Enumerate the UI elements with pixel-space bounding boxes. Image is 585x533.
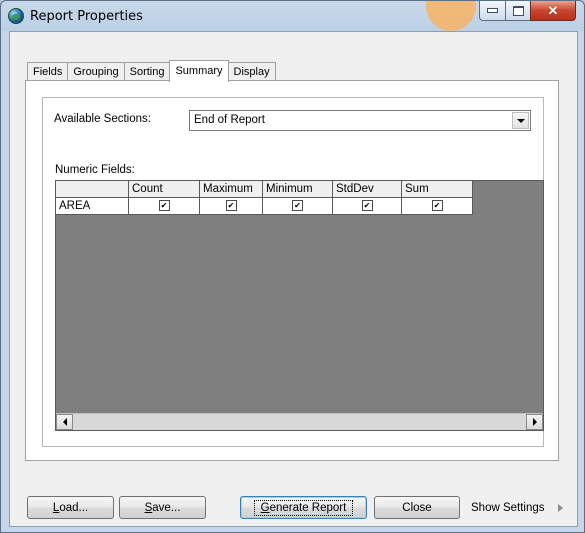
scroll-left-button[interactable] <box>56 414 73 430</box>
globe-icon <box>8 8 24 24</box>
available-sections-value: End of Report <box>194 114 265 126</box>
expand-arrow-icon[interactable] <box>558 504 563 512</box>
generate-mnemonic: G <box>260 501 270 514</box>
minimum-checkbox[interactable]: ✔ <box>292 200 303 212</box>
numeric-fields-table: Count Maximum Minimum StdDev Sum AREA ✔ … <box>56 181 473 215</box>
count-checkbox[interactable]: ✔ <box>158 200 170 212</box>
summary-tab-panel: Available Sections: End of Report Numeri… <box>25 80 559 461</box>
generate-label-rest: enerate Report <box>269 501 347 514</box>
close-button-label: Close <box>402 501 432 514</box>
generate-report-button[interactable]: Generate Report <box>240 496 367 519</box>
sum-checkbox-cell[interactable]: ✔ <box>401 197 473 215</box>
tab-sorting[interactable]: Sorting <box>123 62 171 81</box>
tab-grouping[interactable]: Grouping <box>67 62 125 81</box>
count-checkbox-cell[interactable]: ✔ <box>128 197 200 215</box>
tab-fields[interactable]: Fields <box>27 62 69 81</box>
row-field-name: AREA <box>56 197 129 215</box>
stddev-checkbox[interactable]: ✔ <box>361 200 373 212</box>
minimize-button[interactable] <box>479 1 506 21</box>
scroll-right-button[interactable] <box>526 414 543 430</box>
close-button[interactable]: Close <box>374 496 460 519</box>
grid-header-row: Count Maximum Minimum StdDev Sum <box>56 181 473 198</box>
column-header-minimum[interactable]: Minimum <box>262 181 333 198</box>
tab-summary[interactable]: Summary <box>169 60 229 82</box>
arrow-left-icon <box>62 418 67 426</box>
available-sections-label: Available Sections: <box>54 113 151 125</box>
save-button-label: Save... <box>145 502 181 514</box>
save-button[interactable]: Save... <box>119 496 206 519</box>
chevron-down-icon <box>516 118 525 123</box>
minimum-checkbox-cell[interactable]: ✔ <box>262 197 333 215</box>
maximum-checkbox-cell[interactable]: ✔ <box>199 197 263 215</box>
numeric-fields-grid[interactable]: Count Maximum Minimum StdDev Sum AREA ✔ … <box>55 180 544 431</box>
grid-corner-cell <box>56 181 129 198</box>
numeric-fields-label: Numeric Fields: <box>55 164 135 176</box>
stddev-checkbox-cell[interactable]: ✔ <box>332 197 402 215</box>
maximize-button[interactable] <box>505 1 531 21</box>
arrow-right-icon <box>532 418 537 426</box>
maximum-checkbox[interactable]: ✔ <box>225 200 237 212</box>
tab-display[interactable]: Display <box>227 62 276 81</box>
load-button-label: Load... <box>53 502 88 514</box>
column-header-count[interactable]: Count <box>128 181 200 198</box>
show-settings-toggle[interactable]: Show Settings <box>471 502 545 514</box>
horizontal-scrollbar[interactable] <box>56 413 543 430</box>
title-bar[interactable]: Report Properties ✕ <box>1 1 584 31</box>
report-properties-window: Report Properties ✕ Fields Grouping Sort… <box>0 0 585 533</box>
window-title: Report Properties <box>30 9 143 24</box>
close-icon: ✕ <box>547 3 559 18</box>
available-sections-dropdown[interactable]: End of Report <box>189 110 531 131</box>
generate-report-label: Generate Report <box>253 499 354 516</box>
decorative-orange-shape <box>426 1 476 31</box>
tab-strip: Fields Grouping Sorting Summary Display <box>27 60 276 82</box>
column-header-maximum[interactable]: Maximum <box>199 181 263 198</box>
save-label-rest: ave... <box>152 501 181 514</box>
sum-checkbox[interactable]: ✔ <box>431 200 443 212</box>
close-window-button[interactable]: ✕ <box>530 1 576 21</box>
load-label-rest: oad... <box>59 501 89 514</box>
dropdown-button[interactable] <box>512 112 529 129</box>
column-header-sum[interactable]: Sum <box>401 181 473 198</box>
column-header-stddev[interactable]: StdDev <box>332 181 402 198</box>
summary-group-box: Available Sections: End of Report Numeri… <box>42 97 544 447</box>
table-row: AREA ✔ ✔ ✔ ✔ ✔ <box>56 197 473 215</box>
minimize-icon <box>487 8 498 13</box>
maximize-icon <box>512 5 524 16</box>
load-button[interactable]: Load... <box>27 496 114 519</box>
